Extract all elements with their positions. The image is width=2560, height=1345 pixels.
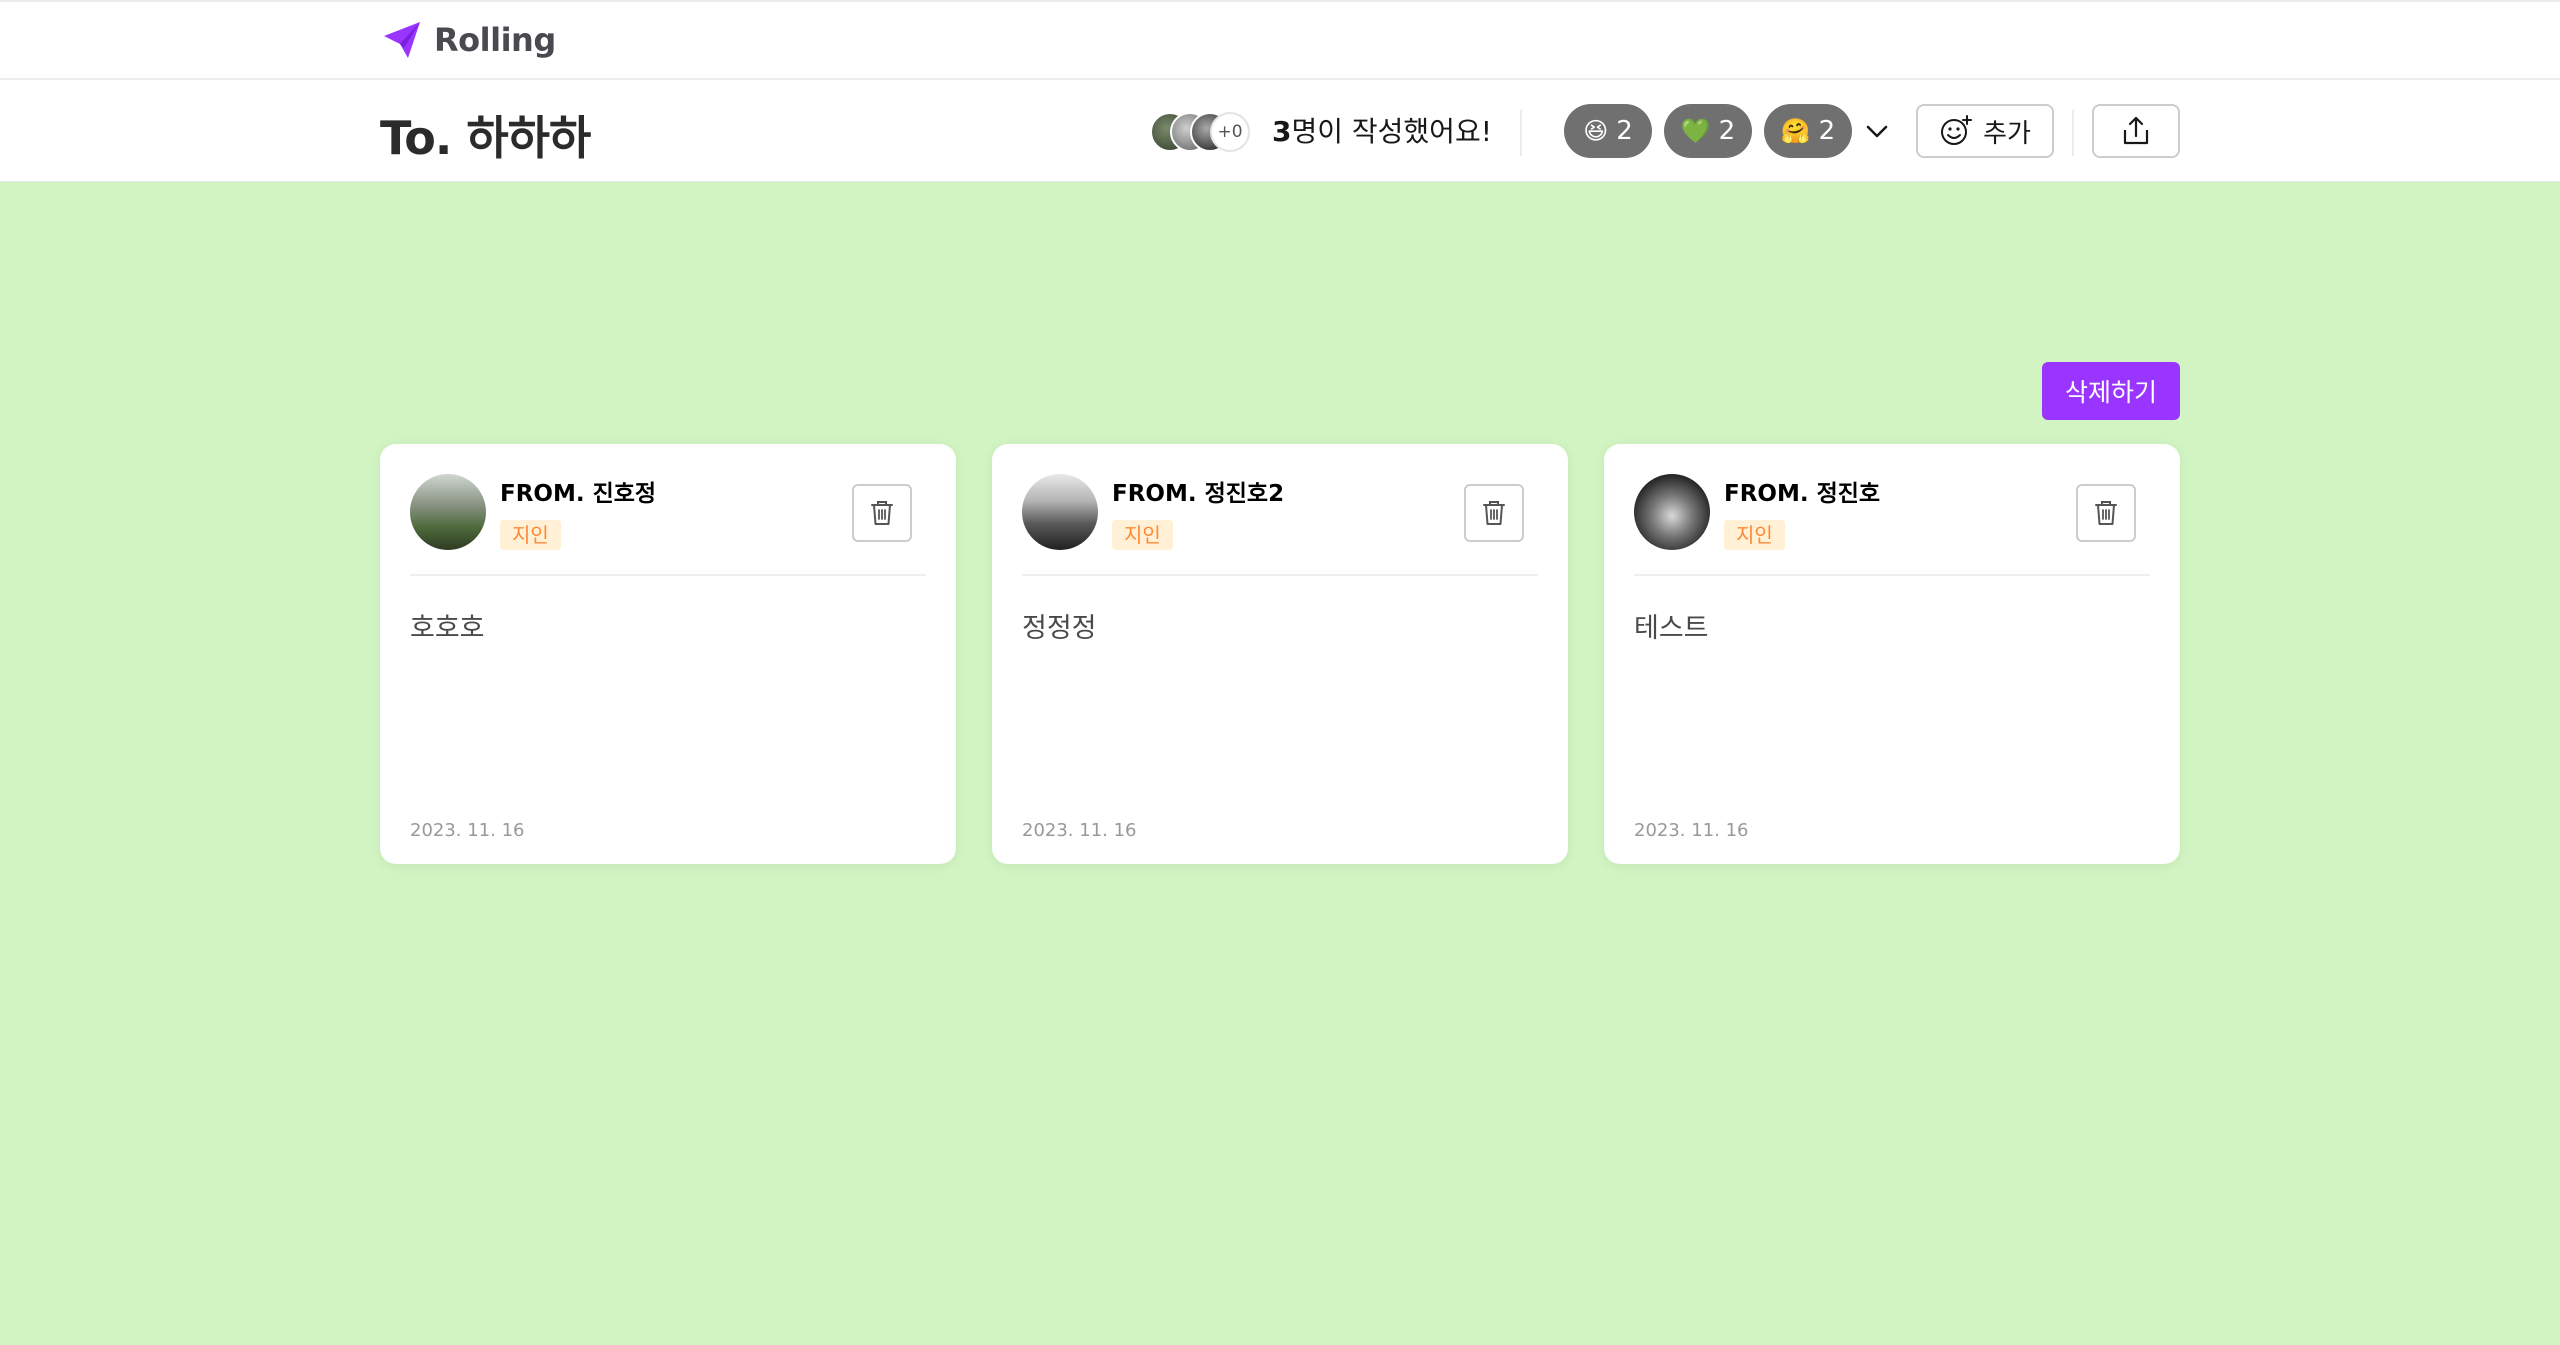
paper-plane-icon <box>384 22 420 58</box>
relationship-badge: 지인 <box>1112 520 1173 550</box>
logo-text: Rolling <box>434 21 556 59</box>
delete-button[interactable]: 삭제하기 <box>2042 362 2180 420</box>
top-navigation: Rolling <box>0 0 2560 80</box>
message-content: 호호호 <box>410 613 485 644</box>
card-divider <box>410 574 926 576</box>
card-divider <box>1634 574 2150 576</box>
message-date: 2023. 11. 16 <box>1022 820 1137 841</box>
reaction-count: 2 <box>1718 116 1736 146</box>
trash-icon <box>2095 501 2117 525</box>
add-reaction-label: 추가 <box>1983 118 2031 149</box>
trash-icon <box>1483 501 1505 525</box>
sender-name: FROM. 정진호 <box>1724 481 1881 507</box>
logo[interactable]: Rolling <box>380 18 556 62</box>
sender-avatar <box>1022 474 1098 550</box>
divider <box>2072 110 2074 156</box>
reaction-badge-hugging[interactable]: 🤗 2 <box>1764 104 1852 158</box>
message-board: 삭제하기 FROM. 진호정 지인 호호호 2023. 11. 16 FROM.… <box>0 182 2560 1345</box>
avatar-more-count: +0 <box>1210 112 1250 152</box>
message-content: 정정정 <box>1022 613 1097 644</box>
reaction-count: 2 <box>1616 116 1633 146</box>
reaction-badge-laughing[interactable]: 😆 2 <box>1564 104 1652 158</box>
page-title: To. 하하하 <box>380 111 591 165</box>
laughing-emoji-icon: 😆 <box>1583 117 1609 145</box>
message-content: 테스트 <box>1634 613 1709 644</box>
sender-name: FROM. 정진호2 <box>1112 481 1285 507</box>
divider <box>1520 110 1522 156</box>
hugging-emoji-icon: 🤗 <box>1780 117 1811 145</box>
reaction-count: 2 <box>1818 116 1836 146</box>
chevron-down-icon[interactable] <box>1862 116 1892 146</box>
share-icon <box>2123 116 2149 145</box>
sender-name: FROM. 진호정 <box>500 481 657 507</box>
delete-message-button[interactable] <box>852 484 912 542</box>
sender-avatar <box>1634 474 1710 550</box>
delete-message-button[interactable] <box>2076 484 2136 542</box>
trash-icon <box>871 501 893 525</box>
rolling-paper-header: To. 하하하 +0 3명이 작성했어요! 😆 2 💚 2 🤗 2 추가 <box>0 80 2560 182</box>
writer-count-number: 3 <box>1272 115 1292 148</box>
sender-avatar <box>410 474 486 550</box>
message-card[interactable]: FROM. 정진호 지인 테스트 2023. 11. 16 <box>1604 444 2180 864</box>
message-date: 2023. 11. 16 <box>1634 820 1749 841</box>
message-card[interactable]: FROM. 정진호2 지인 정정정 2023. 11. 16 <box>992 444 1568 864</box>
writer-count-text: 3명이 작성했어요! <box>1272 112 1492 152</box>
message-date: 2023. 11. 16 <box>410 820 525 841</box>
delete-message-button[interactable] <box>1464 484 1524 542</box>
add-emoji-icon <box>1941 115 1973 145</box>
writer-count-suffix: 명이 작성했어요! <box>1291 115 1492 148</box>
relationship-badge: 지인 <box>1724 520 1785 550</box>
relationship-badge: 지인 <box>500 520 561 550</box>
green-heart-emoji-icon: 💚 <box>1680 117 1711 145</box>
message-card[interactable]: FROM. 진호정 지인 호호호 2023. 11. 16 <box>380 444 956 864</box>
add-reaction-button[interactable]: 추가 <box>1916 104 2054 158</box>
share-button[interactable] <box>2092 104 2180 158</box>
card-divider <box>1022 574 1538 576</box>
reaction-badge-green-heart[interactable]: 💚 2 <box>1664 104 1752 158</box>
